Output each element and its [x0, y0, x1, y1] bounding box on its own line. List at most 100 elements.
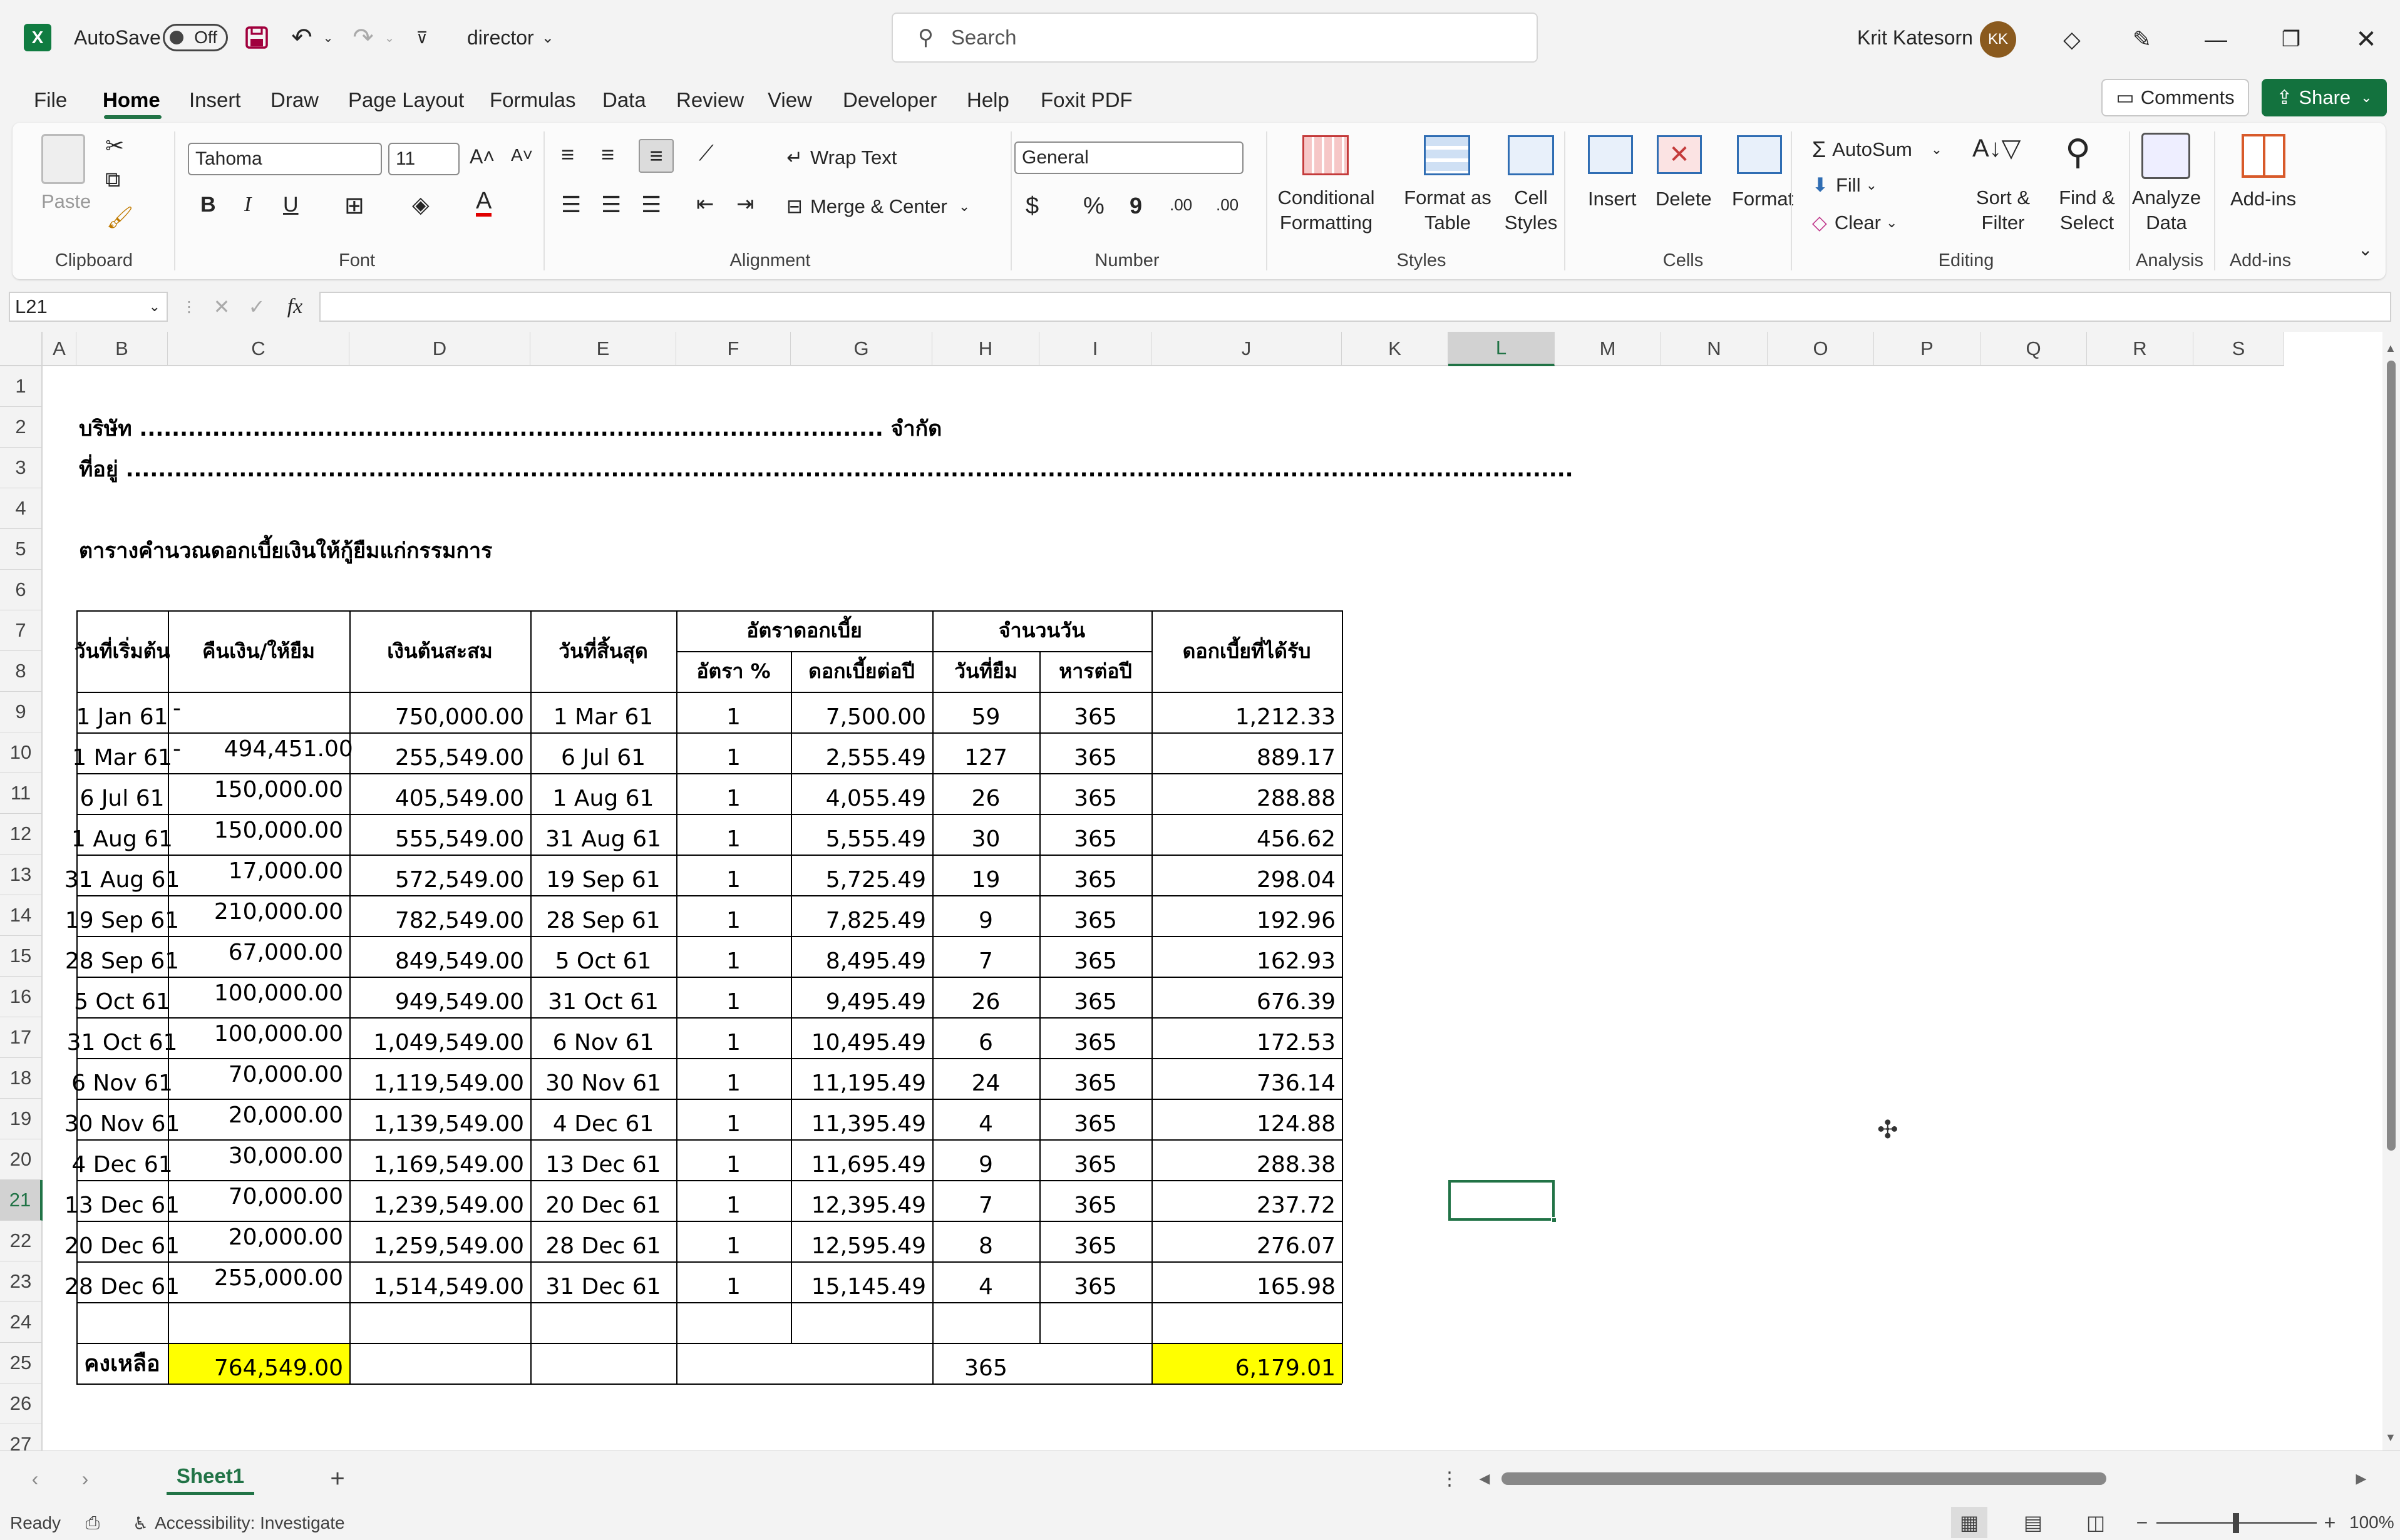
column-header-s[interactable]: S: [2193, 332, 2284, 366]
tab-file[interactable]: File: [34, 85, 67, 115]
search-box[interactable]: ⚲ Search: [892, 13, 1538, 63]
align-middle-icon[interactable]: ≡: [601, 141, 614, 168]
column-header-p[interactable]: P: [1874, 332, 1980, 366]
format-cells-icon[interactable]: [1737, 135, 1782, 174]
insert-cells-button[interactable]: Insert: [1588, 188, 1637, 210]
analyze-data-icon[interactable]: [2141, 133, 2190, 179]
row-header-17[interactable]: 17: [0, 1017, 43, 1058]
align-bottom-icon[interactable]: ≡: [639, 139, 674, 173]
row-header-25[interactable]: 25: [0, 1343, 43, 1383]
fill-handle[interactable]: [1551, 1217, 1557, 1223]
row-header-3[interactable]: 3: [0, 448, 43, 488]
formula-input[interactable]: [319, 292, 2391, 322]
tab-home[interactable]: Home: [103, 85, 160, 115]
scroll-down-icon[interactable]: ▼: [2385, 1431, 2396, 1444]
delete-cells-icon[interactable]: ✕: [1657, 135, 1702, 174]
tab-insert[interactable]: Insert: [189, 85, 241, 115]
add-ins-button[interactable]: Add-ins: [2230, 188, 2296, 210]
tab-help[interactable]: Help: [967, 85, 1009, 115]
row-header-24[interactable]: 24: [0, 1302, 43, 1343]
scroll-thumb[interactable]: [2387, 361, 2396, 1151]
column-header-i[interactable]: I: [1039, 332, 1151, 366]
delete-cells-button[interactable]: Delete: [1656, 188, 1712, 210]
row-header-13[interactable]: 13: [0, 855, 43, 895]
align-top-icon[interactable]: ≡: [561, 141, 574, 168]
row-header-15[interactable]: 15: [0, 936, 43, 977]
column-header-l[interactable]: L: [1448, 332, 1555, 366]
undo-icon[interactable]: ↶: [287, 23, 317, 53]
scroll-left-icon[interactable]: ◀: [1475, 1464, 1494, 1494]
row-header-9[interactable]: 9: [0, 692, 43, 732]
column-header-a[interactable]: A: [43, 332, 76, 366]
customize-qat-icon[interactable]: ⊽: [409, 23, 435, 53]
restore-icon[interactable]: ❐: [2273, 21, 2309, 58]
cell-styles-button[interactable]: Cell Styles: [1493, 185, 1569, 235]
column-header-o[interactable]: O: [1768, 332, 1874, 366]
decrease-font-icon[interactable]: A˅: [511, 145, 533, 165]
borders-icon[interactable]: ⊞: [344, 192, 364, 220]
user-name[interactable]: Krit Katesorn: [1857, 23, 1973, 53]
column-header-r[interactable]: R: [2087, 332, 2193, 366]
column-header-k[interactable]: K: [1342, 332, 1448, 366]
column-header-b[interactable]: B: [76, 332, 168, 366]
zoom-slider-thumb[interactable]: [2233, 1513, 2239, 1533]
cell-styles-icon[interactable]: [1508, 135, 1554, 175]
file-name[interactable]: director ⌄: [467, 23, 554, 53]
row-header-14[interactable]: 14: [0, 895, 43, 936]
autosum-button[interactable]: Σ AutoSum ⌄: [1812, 136, 1942, 163]
wrap-text-button[interactable]: ↵ Wrap Text: [786, 146, 897, 169]
italic-button[interactable]: I: [244, 193, 251, 217]
sheet-tab-sheet1[interactable]: Sheet1: [167, 1460, 254, 1495]
increase-font-icon[interactable]: A˄: [470, 145, 495, 168]
increase-indent-icon[interactable]: ⇥: [736, 192, 755, 217]
row-header-27[interactable]: 27: [0, 1424, 43, 1450]
row-header-2[interactable]: 2: [0, 407, 43, 448]
find-select-button[interactable]: Find & Select: [2046, 185, 2128, 235]
decrease-decimal-button[interactable]: .00: [1216, 195, 1239, 215]
cut-icon[interactable]: ✂: [105, 133, 124, 159]
format-cells-button[interactable]: Format: [1732, 188, 1793, 210]
accessibility-button[interactable]: ♿ Accessibility: Investigate: [133, 1509, 345, 1537]
close-icon[interactable]: ✕: [2348, 21, 2384, 58]
name-box[interactable]: L21 ⌄: [9, 292, 168, 322]
format-painter-icon[interactable]: 🖌: [106, 205, 133, 230]
enter-icon[interactable]: ✓: [244, 292, 269, 322]
row-header-5[interactable]: 5: [0, 529, 43, 570]
page-layout-view-icon[interactable]: ▤: [2015, 1507, 2051, 1538]
comments-button[interactable]: ▭ Comments: [2101, 79, 2249, 116]
page-break-view-icon[interactable]: ◫: [2078, 1507, 2114, 1538]
sort-filter-icon[interactable]: A↓▽: [1972, 134, 2021, 163]
redo-icon[interactable]: ↷: [348, 23, 378, 53]
paste-icon[interactable]: [41, 134, 85, 184]
row-header-18[interactable]: 18: [0, 1058, 43, 1099]
zoom-in-icon[interactable]: +: [2319, 1507, 2341, 1538]
select-all-corner[interactable]: [0, 332, 43, 366]
copy-icon[interactable]: ⧉: [105, 168, 120, 192]
tab-formulas[interactable]: Formulas: [490, 85, 576, 115]
column-header-m[interactable]: M: [1555, 332, 1661, 366]
find-select-icon[interactable]: ⚲: [2065, 131, 2091, 173]
autosave-toggle[interactable]: Off: [163, 24, 228, 51]
row-header-11[interactable]: 11: [0, 773, 43, 814]
row-header-8[interactable]: 8: [0, 651, 43, 692]
tab-data[interactable]: Data: [602, 85, 646, 115]
paste-button[interactable]: Paste: [41, 190, 91, 213]
align-left-icon[interactable]: ☰: [561, 192, 581, 218]
collapse-ribbon-icon[interactable]: ⌄: [2358, 239, 2372, 260]
row-header-21[interactable]: 21: [0, 1180, 43, 1221]
column-header-f[interactable]: F: [676, 332, 791, 366]
scroll-up-icon[interactable]: ▲: [2385, 342, 2396, 355]
tab-foxit-pdf[interactable]: Foxit PDF: [1041, 85, 1133, 115]
macro-record-icon[interactable]: ⎙: [80, 1509, 105, 1537]
column-header-e[interactable]: E: [530, 332, 676, 366]
column-header-g[interactable]: G: [791, 332, 932, 366]
row-header-16[interactable]: 16: [0, 977, 43, 1017]
pen-icon[interactable]: ✎: [2124, 21, 2160, 58]
column-header-c[interactable]: C: [168, 332, 349, 366]
share-button[interactable]: ⇪ Share ⌄: [2262, 79, 2387, 116]
row-header-1[interactable]: 1: [0, 366, 43, 407]
row-header-26[interactable]: 26: [0, 1383, 43, 1424]
add-ins-icon[interactable]: [2242, 134, 2285, 178]
tab-review[interactable]: Review: [676, 85, 744, 115]
row-header-12[interactable]: 12: [0, 814, 43, 855]
